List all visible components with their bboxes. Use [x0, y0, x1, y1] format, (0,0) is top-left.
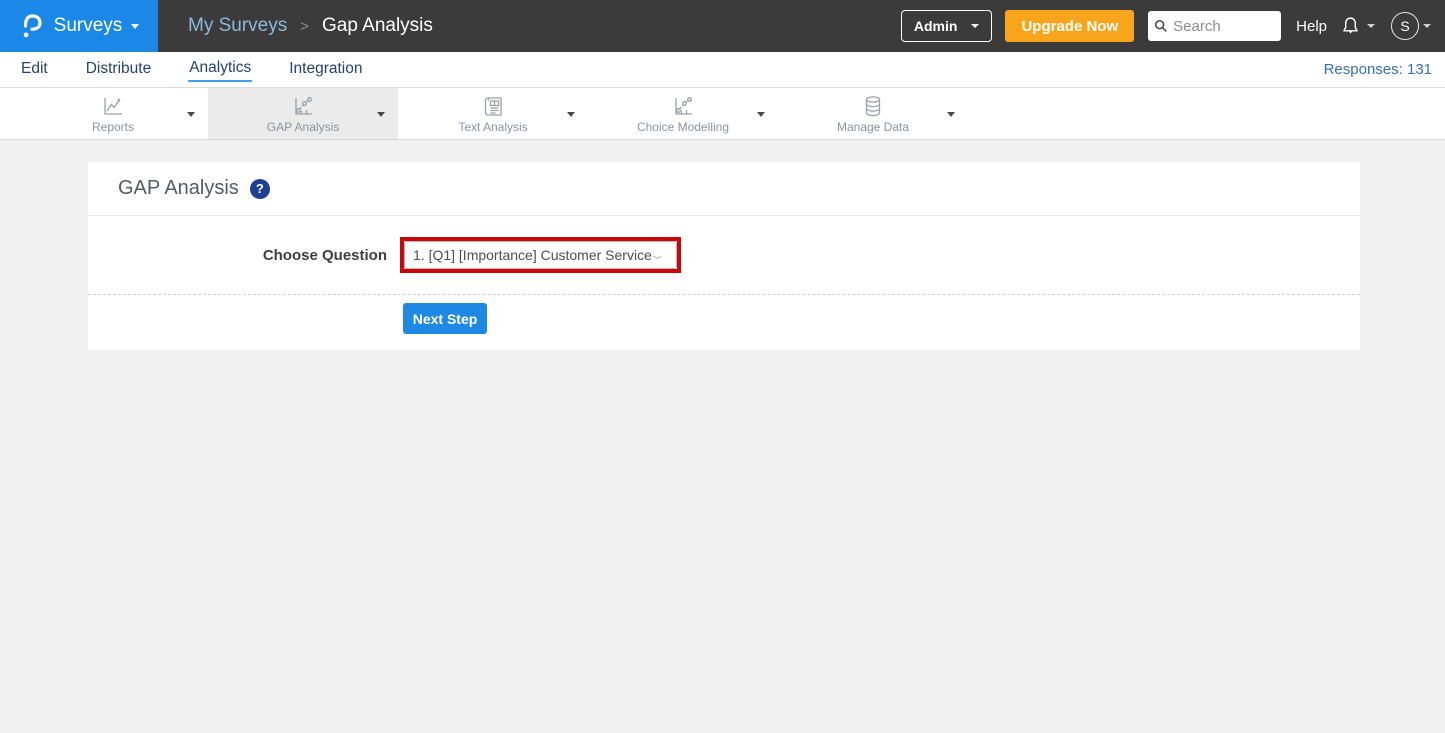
admin-dropdown[interactable]: Admin	[901, 10, 993, 42]
search-icon	[1154, 19, 1168, 33]
toolbar-tab-gap-analysis[interactable]: GAP Analysis	[208, 88, 398, 139]
question-select-value: 1. [Q1] [Importance] Customer Service	[413, 247, 652, 263]
nav-item-analytics[interactable]: Analytics	[188, 57, 252, 82]
breadcrumb-current: Gap Analysis	[322, 15, 433, 37]
highlight-box: 1. [Q1] [Importance] Customer Service ⌄	[400, 237, 681, 273]
toolbar-tab-label: GAP Analysis	[267, 120, 339, 134]
survey-nav: Edit Distribute Analytics Integration Re…	[0, 52, 1445, 88]
toolbar-tab-label: Text Analysis	[458, 120, 527, 134]
toolbar-tab-label: Manage Data	[837, 120, 909, 134]
help-link[interactable]: Help	[1296, 18, 1327, 35]
bell-icon	[1340, 15, 1361, 37]
breadcrumb: My Surveys > Gap Analysis	[188, 15, 433, 37]
database-icon	[862, 94, 884, 118]
card-header: GAP Analysis ?	[88, 162, 1360, 216]
next-step-button[interactable]: Next Step	[403, 303, 487, 334]
search-box	[1148, 11, 1281, 41]
breadcrumb-separator: >	[300, 18, 309, 35]
analytics-toolbar: Reports GAP Analysis	[0, 88, 1445, 140]
choose-question-label: Choose Question	[88, 247, 387, 264]
chevron-down-icon	[187, 112, 195, 117]
page-content: GAP Analysis ? Choose Question 1. [Q1] […	[0, 162, 1445, 733]
chevron-down-icon	[131, 24, 139, 29]
chevron-down-icon	[757, 112, 765, 117]
product-switcher[interactable]: Surveys	[0, 0, 158, 52]
help-question-icon[interactable]: ?	[250, 179, 270, 199]
account-menu[interactable]: S	[1391, 12, 1431, 40]
product-label: Surveys	[54, 15, 123, 37]
chevron-down-icon	[971, 24, 979, 28]
chevron-down-icon	[377, 112, 385, 117]
topbar-actions: Admin Upgrade Now Help S	[901, 10, 1445, 42]
notifications-menu[interactable]	[1340, 15, 1375, 37]
toolbar-tab-label: Reports	[92, 120, 134, 134]
document-icon	[482, 94, 504, 118]
chevron-down-icon	[1367, 24, 1375, 28]
breadcrumb-my-surveys[interactable]: My Surveys	[188, 15, 287, 37]
upgrade-now-button[interactable]: Upgrade Now	[1005, 10, 1134, 42]
toolbar-tab-text-analysis[interactable]: Text Analysis	[398, 88, 588, 139]
brand-logo-icon	[19, 12, 45, 40]
question-select[interactable]: 1. [Q1] [Importance] Customer Service ⌄	[404, 241, 677, 269]
scatter-chart-icon	[291, 94, 315, 118]
nav-item-edit[interactable]: Edit	[20, 58, 49, 81]
scatter-chart-icon	[671, 94, 695, 118]
toolbar-tab-manage-data[interactable]: Manage Data	[778, 88, 968, 139]
nav-item-distribute[interactable]: Distribute	[85, 58, 152, 81]
avatar: S	[1391, 12, 1419, 40]
chevron-down-icon	[1423, 24, 1431, 28]
card-footer: Next Step	[88, 294, 1360, 350]
line-chart-icon	[101, 94, 125, 118]
choose-question-row: Choose Question 1. [Q1] [Importance] Cus…	[88, 216, 1360, 294]
admin-label: Admin	[914, 18, 958, 34]
toolbar-tab-reports[interactable]: Reports	[18, 88, 208, 139]
chevron-down-icon	[947, 112, 955, 117]
chevron-down-icon	[567, 112, 575, 117]
page-title: GAP Analysis	[118, 177, 239, 200]
topbar: Surveys My Surveys > Gap Analysis Admin …	[0, 0, 1445, 52]
nav-item-integration[interactable]: Integration	[288, 58, 363, 81]
search-input[interactable]	[1173, 18, 1275, 35]
responses-count: Responses: 131	[1324, 61, 1432, 78]
toolbar-tab-label: Choice Modelling	[637, 120, 729, 134]
toolbar-tab-choice-modelling[interactable]: Choice Modelling	[588, 88, 778, 139]
chevron-down-icon: ⌄	[649, 247, 666, 263]
gap-analysis-card: GAP Analysis ? Choose Question 1. [Q1] […	[88, 162, 1360, 350]
